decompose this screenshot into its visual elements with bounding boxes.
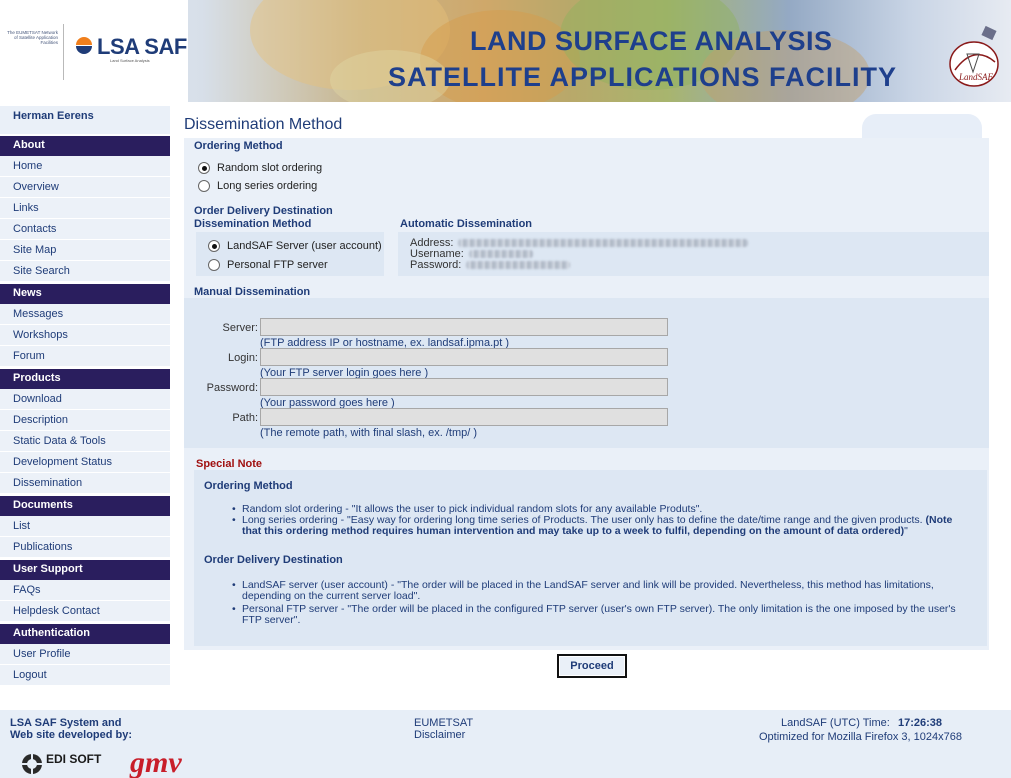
nav-item-user-profile[interactable]: User Profile bbox=[0, 644, 170, 665]
password-label: Password: bbox=[206, 382, 258, 394]
long-series-label: Long series ordering bbox=[217, 180, 318, 192]
optimized-note: Optimized for Mozilla Firefox 3, 1024x76… bbox=[759, 731, 962, 743]
password-row: Password: bbox=[410, 259, 571, 271]
lsa-saf-logo-text: LSA SAF bbox=[97, 34, 187, 59]
eumetsat-link[interactable]: EUMETSAT bbox=[414, 717, 473, 729]
automatic-dissemination-box: Address: Username: Password: bbox=[398, 232, 989, 276]
dissemination-method-box: LandSAF Server (user account) Personal F… bbox=[196, 232, 384, 276]
nav-section-authentication: Authentication bbox=[0, 624, 170, 644]
page-title: Dissemination Method bbox=[184, 116, 343, 133]
gmv-logo: gmv bbox=[129, 748, 182, 778]
login-input[interactable] bbox=[260, 348, 668, 366]
nav-item-static-data-tools[interactable]: Static Data & Tools bbox=[0, 431, 170, 452]
nav-item-messages[interactable]: Messages bbox=[0, 304, 170, 325]
nav-item-site-search[interactable]: Site Search bbox=[0, 261, 170, 282]
nav-item-links[interactable]: Links bbox=[0, 198, 170, 219]
ordering-method-heading: Ordering Method bbox=[194, 140, 283, 152]
path-input[interactable] bbox=[260, 408, 668, 426]
note-delivery-bullet-1: • LandSAF server (user account) - "The or… bbox=[232, 579, 934, 602]
nav-item-download[interactable]: Download bbox=[0, 389, 170, 410]
utc-time-value: 17:26:38 bbox=[898, 717, 943, 729]
password-redacted bbox=[466, 261, 571, 270]
nav-item-logout[interactable]: Logout bbox=[0, 665, 170, 686]
landsaf-server-label: LandSAF Server (user account) bbox=[227, 240, 382, 252]
gmv-text: gmv bbox=[129, 748, 182, 778]
nav-section-products: Products bbox=[0, 369, 170, 389]
nav-item-faqs[interactable]: FAQs bbox=[0, 580, 170, 601]
nav-section-news: News bbox=[0, 284, 170, 304]
path-label: Path: bbox=[232, 412, 258, 424]
footer: LSA SAF System and Web site developed by… bbox=[0, 710, 1011, 778]
personal-ftp-radio[interactable] bbox=[208, 259, 220, 271]
random-slot-radio[interactable] bbox=[198, 162, 210, 174]
nav-item-home[interactable]: Home bbox=[0, 156, 170, 177]
password-auto-label: Password: bbox=[410, 259, 462, 271]
logo-area[interactable]: The EUMETSAT Network of Satellite Applic… bbox=[0, 0, 188, 102]
nav-item-helpdesk-contact[interactable]: Helpdesk Contact bbox=[0, 601, 170, 622]
special-note-box: Ordering Method • Random slot ordering - … bbox=[194, 470, 987, 646]
note-ordering-heading: Ordering Method bbox=[204, 480, 293, 492]
nav-item-site-map[interactable]: Site Map bbox=[0, 240, 170, 261]
proceed-button[interactable]: Proceed bbox=[557, 654, 627, 678]
landsaf-emblem-icon: LandSAF bbox=[949, 25, 999, 87]
special-note-title: Special Note bbox=[196, 458, 263, 470]
eumetsat-network-text: The EUMETSAT Network of Satellite Applic… bbox=[7, 30, 58, 45]
current-user-name: Herman Eerens bbox=[0, 106, 170, 134]
sidebar: Herman Eerens About Home Overview Links … bbox=[0, 106, 170, 710]
nav-section-about: About bbox=[0, 136, 170, 156]
long-series-option[interactable]: Long series ordering bbox=[198, 178, 317, 194]
manual-dissemination-heading: Manual Dissemination bbox=[194, 286, 311, 298]
server-input[interactable] bbox=[260, 318, 668, 336]
note-ordering-bullet-2: • Long series ordering - "Easy way for or… bbox=[232, 514, 953, 537]
nav-item-dissemination[interactable]: Dissemination bbox=[0, 473, 170, 494]
note-delivery-bullet-2: • Personal FTP server - "The order will b… bbox=[232, 603, 956, 626]
edisoft-text: EDI SOFT bbox=[46, 752, 102, 766]
site-title-line2: SATELLITE APPLICATIONS FACILITY bbox=[388, 62, 897, 92]
decorative-tab bbox=[862, 114, 982, 140]
manual-dissemination-box: Server: (FTP address IP or hostname, ex.… bbox=[184, 298, 989, 448]
path-hint: (The remote path, with final slash, ex. … bbox=[260, 427, 478, 439]
developed-by-text: LSA SAF System and Web site developed by… bbox=[10, 717, 133, 741]
personal-ftp-label: Personal FTP server bbox=[227, 259, 328, 271]
utc-time-label: LandSAF (UTC) Time: bbox=[781, 717, 890, 729]
nav-item-forum[interactable]: Forum bbox=[0, 346, 170, 367]
landsaf-server-radio[interactable] bbox=[208, 240, 220, 252]
note-delivery-heading: Order Delivery Destination bbox=[204, 554, 343, 566]
username-redacted bbox=[468, 250, 533, 259]
personal-ftp-option[interactable]: Personal FTP server bbox=[208, 257, 328, 273]
nav-item-contacts[interactable]: Contacts bbox=[0, 219, 170, 240]
login-label: Login: bbox=[228, 352, 258, 364]
emblem-text: LandSAF bbox=[958, 72, 994, 82]
random-slot-label: Random slot ordering bbox=[217, 162, 323, 174]
nav-section-user-support: User Support bbox=[0, 560, 170, 580]
password-input[interactable] bbox=[260, 378, 668, 396]
edisoft-logo: EDI SOFT bbox=[22, 752, 102, 774]
nav-item-list[interactable]: List bbox=[0, 516, 170, 537]
long-series-radio[interactable] bbox=[198, 180, 210, 192]
landsaf-server-option[interactable]: LandSAF Server (user account) bbox=[208, 238, 382, 254]
address-redacted bbox=[458, 239, 749, 248]
nav-item-workshops[interactable]: Workshops bbox=[0, 325, 170, 346]
random-slot-option[interactable]: Random slot ordering bbox=[198, 160, 322, 176]
nav-item-description[interactable]: Description bbox=[0, 410, 170, 431]
lsa-saf-logo-icon bbox=[76, 37, 92, 54]
main-content: Dissemination Method Ordering Method Ran… bbox=[182, 106, 1011, 710]
nav-item-overview[interactable]: Overview bbox=[0, 177, 170, 198]
nav-item-publications[interactable]: Publications bbox=[0, 537, 170, 558]
header-banner: The EUMETSAT Network of Satellite Applic… bbox=[0, 0, 1011, 102]
site-title-line1: LAND SURFACE ANALYSIS bbox=[470, 26, 833, 56]
logo-divider bbox=[63, 24, 64, 80]
dissemination-method-heading: Dissemination Method bbox=[194, 218, 312, 230]
lsa-saf-logo-subtitle: Land Surface Analysis bbox=[110, 58, 150, 63]
nav-section-documents: Documents bbox=[0, 496, 170, 516]
delivery-heading: Order Delivery Destination bbox=[194, 205, 333, 217]
automatic-dissemination-heading: Automatic Dissemination bbox=[400, 218, 533, 230]
disclaimer-link[interactable]: Disclaimer bbox=[414, 729, 473, 741]
footer-links: EUMETSAT Disclaimer bbox=[414, 717, 473, 741]
server-label: Server: bbox=[222, 322, 258, 334]
nav-item-development-status[interactable]: Development Status bbox=[0, 452, 170, 473]
